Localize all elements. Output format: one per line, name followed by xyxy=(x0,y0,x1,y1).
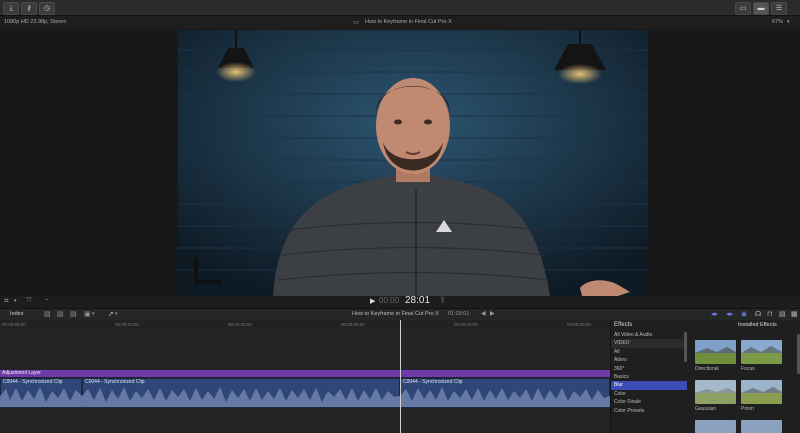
effects-category[interactable]: All Video & Audio xyxy=(611,331,687,339)
playhead[interactable] xyxy=(400,320,401,433)
overwrite-icon[interactable]: ▤ xyxy=(70,310,77,318)
effects-category[interactable]: Color xyxy=(611,390,687,398)
ruler-tick: 00:00:50:00 xyxy=(567,322,591,327)
fullscreen-icon[interactable]: ⫼ xyxy=(441,297,444,305)
ruler-tick: 00:00:40:00 xyxy=(454,322,478,327)
append-icon[interactable]: ▤ xyxy=(44,310,51,318)
headphones-icon[interactable]: ☊ xyxy=(755,310,761,318)
select-tool-icon[interactable]: ➚ xyxy=(108,310,114,318)
chevron-down-icon[interactable]: ▾ xyxy=(92,311,95,317)
ruler-tick: 00:00:20:00 xyxy=(228,322,252,327)
solo-icon[interactable]: ◉ xyxy=(741,310,747,318)
effects-category[interactable]: VIDEO xyxy=(611,339,687,348)
category-scrollbar[interactable] xyxy=(684,332,687,362)
effect-thumbnail[interactable] xyxy=(741,380,782,404)
video-frame xyxy=(178,30,648,296)
chevron-down-icon[interactable]: ▾ xyxy=(787,19,790,25)
top-toolbar: ⤓ ⚷ ◷ ▭ ▬ ☰ xyxy=(0,0,800,16)
chevron-down-icon[interactable]: ▾ xyxy=(14,298,17,304)
viewer-controls: ⌗ ▾ ⤧ ◔ ▶ 00:00 28:01 ⫼ xyxy=(0,295,800,308)
import-icon[interactable]: ⤓ xyxy=(3,2,19,15)
effect-thumbnail[interactable] xyxy=(741,420,782,433)
effect-label: Prism xyxy=(741,406,754,412)
zoom-level[interactable]: 67% xyxy=(772,19,783,25)
effects-category-list: All Video & Audio VIDEO All Ableo 360° B… xyxy=(611,331,689,433)
effect-label: Directional xyxy=(695,366,719,372)
effects-category[interactable]: Ableo xyxy=(611,356,687,364)
effect-thumbnail[interactable] xyxy=(741,340,782,364)
effects-category[interactable]: All xyxy=(611,348,687,356)
ruler-tick: 00:00:30:00 xyxy=(341,322,365,327)
timeline-title: How to Keyframe in Final Cut Pro X xyxy=(352,311,439,317)
speed-icon[interactable]: ◔ xyxy=(44,297,48,304)
effects-browser-icon[interactable]: ▦ xyxy=(791,310,798,318)
index-button[interactable]: Index xyxy=(10,311,23,317)
effects-title: Effects xyxy=(614,322,633,328)
viewer-header: 1080p HD 23.98p, Stereo ▭ How to Keyfram… xyxy=(0,16,800,29)
timeline-area[interactable]: Adjustment Layer C0044 - Synchronized Cl… xyxy=(0,320,610,433)
crop-icon[interactable]: ⌗ xyxy=(4,296,9,306)
format-label: 1080p HD 23.98p, Stereo xyxy=(4,19,67,25)
background-tasks-icon[interactable]: ◷ xyxy=(39,2,55,15)
effects-category-selected[interactable]: Blur xyxy=(611,381,687,390)
timeline-view-icon[interactable]: ▬ xyxy=(753,2,769,15)
effects-panel: Effects Installed Effects All Video & Au… xyxy=(610,320,800,433)
timeline-duration: 01:03:01 xyxy=(448,311,470,317)
installed-effects-label[interactable]: Installed Effects xyxy=(738,322,777,328)
timeline-ruler[interactable]: 00:00:00:00 00:00:10:00 00:00:20:00 00:0… xyxy=(0,320,610,330)
ruler-tick: 00:00:10:00 xyxy=(115,322,139,327)
skimming-icon[interactable]: ◂▸ xyxy=(711,310,718,318)
ruler-tick: 00:00:00:00 xyxy=(2,322,26,327)
effects-category[interactable]: Color Finale xyxy=(611,398,687,406)
effects-category[interactable]: Color Presets xyxy=(611,407,687,415)
transform-icon[interactable]: ⤧ xyxy=(26,297,32,305)
audio-waveform xyxy=(0,387,610,407)
chevron-down-icon[interactable]: ▾ xyxy=(115,311,118,317)
adjustment-layer-label: Adjustment Layer xyxy=(2,370,41,376)
effect-thumbnail[interactable] xyxy=(695,420,736,433)
audio-skimming-icon[interactable]: ◂▸ xyxy=(726,310,733,318)
inspector-view-icon[interactable]: ☰ xyxy=(771,2,787,15)
play-icon[interactable]: ▶ xyxy=(370,297,375,305)
clip-appearance-icon[interactable]: ▤ xyxy=(779,310,786,318)
adjustment-layer-clip[interactable]: Adjustment Layer xyxy=(0,370,610,377)
effect-thumbnail[interactable] xyxy=(695,380,736,404)
effects-category[interactable]: 360° xyxy=(611,365,687,373)
effect-thumbnail[interactable] xyxy=(695,340,736,364)
connect-icon[interactable]: ▣ xyxy=(84,310,91,318)
snapping-icon[interactable]: ⊓ xyxy=(767,310,772,318)
chevron-right-icon[interactable]: ▶ xyxy=(490,310,495,317)
effect-label: Focus xyxy=(741,366,755,372)
chevron-left-icon[interactable]: ◀ xyxy=(481,310,486,317)
timecode-display: 28:01 xyxy=(405,295,431,306)
timecode-prefix: 00:00 xyxy=(379,296,400,305)
viewer-title: How to Keyframe in Final Cut Pro X xyxy=(365,19,452,25)
video-scene xyxy=(178,30,648,296)
library-view-icon[interactable]: ▭ xyxy=(735,2,751,15)
keywords-icon[interactable]: ⚷ xyxy=(21,2,37,15)
insert-icon[interactable]: ▤ xyxy=(57,310,64,318)
film-icon: ▭ xyxy=(353,20,359,26)
effects-category[interactable]: Basics xyxy=(611,373,687,381)
effect-label: Gaussian xyxy=(695,406,717,412)
